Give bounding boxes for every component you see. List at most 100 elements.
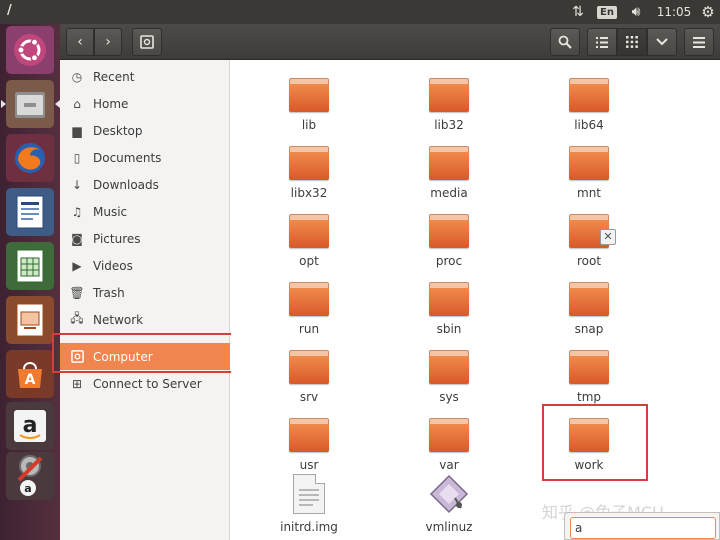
sidebar-item-recent[interactable]: ◷ Recent	[60, 63, 230, 90]
folder-icon: ▆	[72, 123, 82, 138]
folder-item-tmp[interactable]: tmp	[549, 344, 629, 408]
document-icon: ▯	[73, 150, 81, 165]
search-button[interactable]	[550, 28, 580, 56]
file-label: var	[439, 458, 459, 472]
folder-item-run[interactable]: run	[269, 276, 349, 340]
folder-icon	[569, 146, 609, 180]
folder-item-lib[interactable]: lib	[269, 72, 349, 136]
volume-icon[interactable]: 🔊︎	[624, 0, 648, 24]
folder-item-lib32[interactable]: lib32	[409, 72, 489, 136]
sidebar-item-documents[interactable]: ▯ Documents	[60, 144, 230, 171]
grid-view-icon	[626, 36, 638, 48]
location-button[interactable]	[132, 28, 162, 56]
sidebar-item-network[interactable]: 🖧︎ Network	[60, 306, 230, 333]
folder-item-proc[interactable]: proc	[409, 208, 489, 272]
sidebar: ◷ Recent ⌂ Home ▆ Desktop ▯ Documents ↓ …	[60, 60, 230, 540]
sidebar-item-desktop[interactable]: ▆ Desktop	[60, 117, 230, 144]
type-ahead-input[interactable]	[570, 517, 716, 539]
list-view-button[interactable]	[587, 28, 617, 56]
settings-tools-icon[interactable]: a	[6, 452, 54, 500]
forward-button[interactable]: ›	[94, 28, 122, 56]
file-item-initrd-img[interactable]: initrd.img	[269, 474, 349, 538]
file-label: vmlinuz	[425, 520, 473, 534]
folder-item-srv[interactable]: srv	[269, 344, 349, 408]
folder-item-snap[interactable]: snap	[549, 276, 629, 340]
folder-icon	[289, 78, 329, 112]
sidebar-item-label: Connect to Server	[93, 376, 202, 391]
file-item-vmlinuz[interactable]: vmlinuz	[409, 474, 489, 538]
folder-icon	[569, 282, 609, 316]
folder-icon	[429, 214, 469, 248]
folder-item-sys[interactable]: sys	[409, 344, 489, 408]
file-label: lib	[301, 118, 317, 132]
file-label: srv	[299, 390, 319, 404]
file-label: sys	[439, 390, 459, 404]
file-label: tmp	[576, 390, 601, 404]
file-label: media	[430, 186, 468, 200]
file-label: libx32	[290, 186, 328, 200]
firefox-icon[interactable]	[6, 134, 54, 182]
folder-icon	[289, 146, 329, 180]
download-icon: ↓	[71, 177, 83, 192]
headerbar: ‹ ›	[60, 24, 720, 60]
folder-item-media[interactable]: media	[409, 140, 489, 204]
sidebar-item-home[interactable]: ⌂ Home	[60, 90, 230, 117]
folder-item-libx32[interactable]: libx32	[269, 140, 349, 204]
folder-item-usr[interactable]: usr	[269, 412, 349, 476]
list-view-icon	[596, 36, 608, 48]
gear-icon[interactable]: ⚙	[697, 0, 719, 24]
drive-icon	[140, 35, 154, 49]
impress-icon[interactable]	[6, 296, 54, 344]
folder-icon	[429, 282, 469, 316]
sidebar-item-music[interactable]: ♫ Music	[60, 198, 230, 225]
amazon-icon[interactable]: a	[6, 402, 54, 450]
file-label: lib32	[434, 118, 464, 132]
sidebar-item-downloads[interactable]: ↓ Downloads	[60, 171, 230, 198]
folder-icon	[429, 146, 469, 180]
folder-icon	[569, 78, 609, 112]
keyboard-layout-label: En	[597, 5, 617, 19]
folder-icon	[289, 418, 329, 452]
sidebar-item-connect-to-server[interactable]: ⊞ Connect to Server	[60, 370, 230, 397]
folder-item-var[interactable]: var	[409, 412, 489, 476]
sidebar-item-label: Videos	[93, 258, 133, 273]
file-label: initrd.img	[280, 520, 338, 534]
sidebar-item-videos[interactable]: ▶ Videos	[60, 252, 230, 279]
file-label: opt	[299, 254, 319, 268]
file-manager-icon[interactable]	[6, 80, 54, 128]
folder-item-opt[interactable]: opt	[269, 208, 349, 272]
sidebar-item-pictures[interactable]: ◙ Pictures	[60, 225, 230, 252]
menu-button[interactable]	[684, 28, 714, 56]
sidebar-item-label: Pictures	[93, 231, 141, 246]
file-label: root	[576, 254, 602, 268]
music-icon: ♫	[71, 204, 83, 219]
writer-icon[interactable]	[6, 188, 54, 236]
computer-highlight-box	[52, 333, 244, 373]
folder-item-mnt[interactable]: mnt	[549, 140, 629, 204]
ubuntu-logo-icon[interactable]	[6, 26, 54, 74]
calc-icon[interactable]	[6, 242, 54, 290]
grid-view-button[interactable]	[617, 28, 647, 56]
back-button[interactable]: ‹	[66, 28, 94, 56]
folder-item-root[interactable]: ✕ root	[549, 208, 629, 272]
clock-icon: ◷	[71, 69, 83, 84]
sidebar-item-label: Documents	[93, 150, 162, 165]
file-label: proc	[435, 254, 463, 268]
keyboard-layout-indicator[interactable]: En	[597, 0, 617, 24]
window-title: /	[7, 3, 12, 18]
sidebar-item-label: Recent	[93, 69, 135, 84]
home-icon: ⌂	[73, 96, 81, 111]
search-icon	[558, 35, 572, 49]
camera-icon: ◙	[71, 231, 83, 246]
locked-x-icon: ✕	[600, 229, 616, 245]
folder-item-sbin[interactable]: sbin	[409, 276, 489, 340]
view-options-button[interactable]	[647, 28, 677, 56]
sidebar-item-trash[interactable]: 🗑︎ Trash	[60, 279, 230, 306]
folder-item-lib64[interactable]: lib64	[549, 72, 629, 136]
network-updown-icon[interactable]: ⇅	[566, 0, 590, 24]
svg-text:a: a	[24, 482, 31, 495]
clock[interactable]: 11:05	[655, 0, 693, 24]
folder-icon	[289, 214, 329, 248]
software-center-icon[interactable]: A	[6, 350, 54, 398]
sidebar-item-label: Trash	[93, 285, 125, 300]
